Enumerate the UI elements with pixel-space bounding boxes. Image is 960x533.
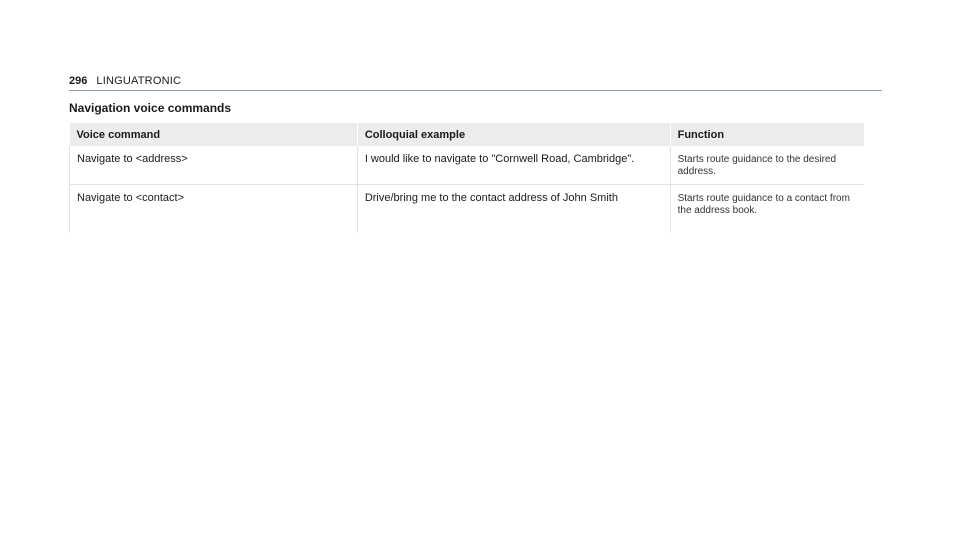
function-cell: Starts route guidance to a contact from …: [669, 184, 864, 233]
function-cell: Starts route guidance to the desired add…: [669, 146, 864, 185]
table-row: Navigate to <address> I would like to na…: [69, 146, 864, 185]
column-header-colloquial-example: Colloquial example: [356, 123, 671, 146]
page-header: 296 LINGUATRONIC: [69, 76, 882, 91]
voice-command-cell: Navigate to <contact>: [69, 184, 358, 233]
page-number: 296: [69, 75, 88, 87]
table-row: Navigate to <contact> Drive/bring me to …: [69, 184, 864, 233]
colloquial-example-cell: Drive/bring me to the contact address of…: [356, 184, 671, 233]
column-header-voice-command: Voice command: [69, 123, 358, 146]
voice-command-cell: Navigate to <address>: [69, 146, 358, 185]
voice-commands-table: Voice command Colloquial example Functio…: [69, 123, 864, 233]
chapter-title: LINGUATRONIC: [96, 75, 182, 87]
section-title: Navigation voice commands: [69, 101, 232, 115]
column-header-function: Function: [669, 123, 864, 146]
table-header-row: Voice command Colloquial example Functio…: [69, 123, 864, 146]
colloquial-example-cell: I would like to navigate to "Cornwell Ro…: [356, 146, 671, 185]
